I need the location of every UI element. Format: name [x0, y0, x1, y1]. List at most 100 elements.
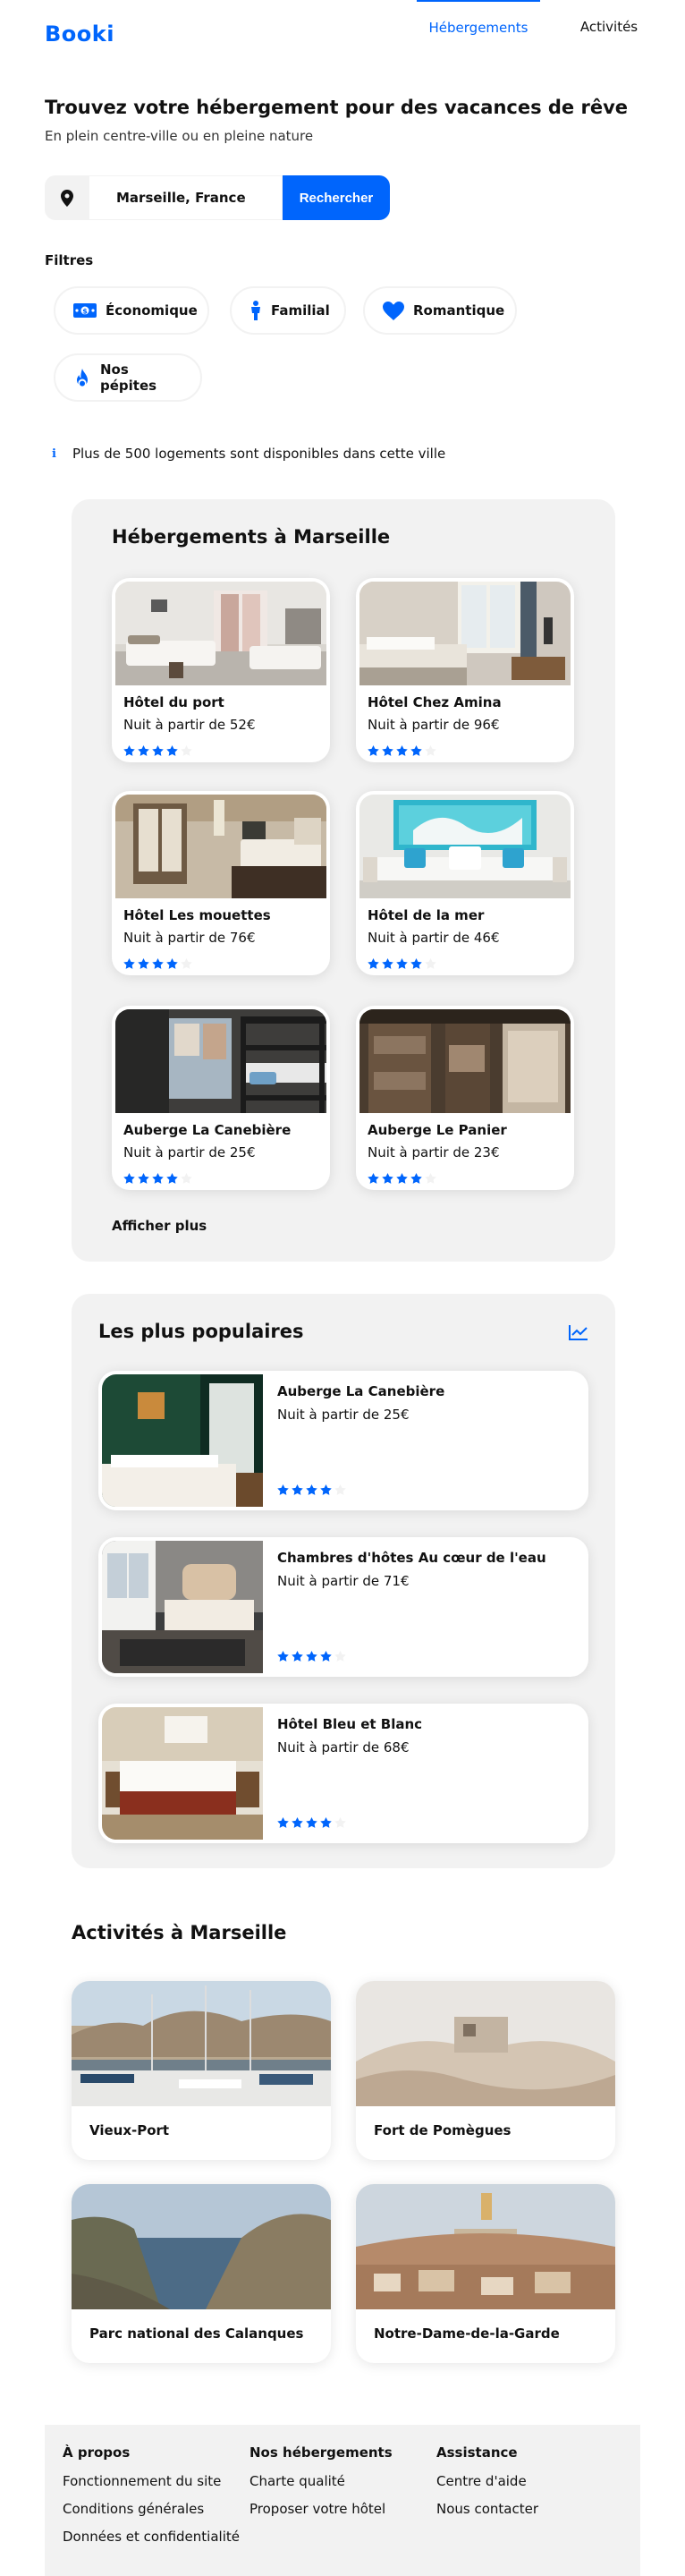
popular-card[interactable]: Hôtel Bleu et Blanc Nuit à partir de 68€ [98, 1704, 588, 1843]
rating-stars [277, 1482, 349, 1499]
footer-column-apropos: À propos Fonctionnement du site Conditio… [63, 2444, 240, 2556]
activity-name: Fort de Pomègues [374, 2122, 512, 2138]
lodging-photo [102, 1374, 263, 1507]
filter-romantique[interactable]: Romantique [363, 286, 517, 335]
footer-link[interactable]: Données et confidentialité [63, 2529, 240, 2545]
lodging-name: Hôtel Les mouettes [123, 907, 271, 923]
footer-column-hebergements: Nos hébergements Charte qualité Proposer… [249, 2444, 393, 2529]
star-filled-icon [123, 956, 135, 973]
star-empty-icon [425, 743, 436, 760]
footer-link[interactable]: Nous contacter [436, 2501, 538, 2517]
lodging-price: Nuit à partir de 23€ [368, 1144, 500, 1160]
footer-heading: Nos hébergements [249, 2444, 393, 2461]
search-input[interactable]: Marseille, France [89, 175, 283, 220]
star-filled-icon [277, 1815, 289, 1832]
star-empty-icon [181, 1170, 192, 1187]
filter-label: Économique [106, 302, 198, 319]
lodging-name: Auberge La Canebière [277, 1383, 445, 1399]
nav-activites[interactable]: Activités [560, 0, 658, 54]
footer-link[interactable]: Conditions générales [63, 2501, 240, 2517]
footer-link[interactable]: Charte qualité [249, 2473, 393, 2489]
heart-icon [383, 301, 404, 320]
activity-card[interactable]: Vieux-Port [72, 1981, 331, 2160]
activity-card[interactable]: Fort de Pomègues [356, 1981, 615, 2160]
activity-photo [356, 1981, 615, 2106]
lodging-price: Nuit à partir de 96€ [368, 717, 500, 733]
popular-card[interactable]: Auberge La Canebière Nuit à partir de 25… [98, 1371, 588, 1510]
lodging-card[interactable]: Auberge La Canebière Nuit à partir de 25… [112, 1006, 330, 1190]
star-filled-icon [166, 956, 178, 973]
filters-label: Filtres [45, 252, 94, 268]
footer-heading: Assistance [436, 2444, 518, 2461]
star-filled-icon [306, 1482, 317, 1499]
filter-economique[interactable]: $ Économique [54, 286, 209, 335]
star-filled-icon [368, 743, 379, 760]
star-filled-icon [410, 956, 422, 973]
rating-stars [368, 1170, 439, 1187]
star-filled-icon [306, 1648, 317, 1665]
star-filled-icon [138, 1170, 149, 1187]
lodging-price: Nuit à partir de 71€ [277, 1573, 410, 1589]
rating-stars [277, 1815, 349, 1832]
star-filled-icon [292, 1815, 303, 1832]
lodging-card[interactable]: Hôtel Les mouettes Nuit à partir de 76€ [112, 791, 330, 975]
filter-label: Romantique [413, 302, 505, 319]
search-button[interactable]: Rechercher [283, 175, 390, 220]
activity-photo [72, 1981, 331, 2106]
star-empty-icon [425, 1170, 436, 1187]
lodging-price: Nuit à partir de 76€ [123, 930, 256, 946]
star-empty-icon [181, 743, 192, 760]
activity-card[interactable]: Parc national des Calanques [72, 2184, 331, 2363]
popular-section: Les plus populaires Auberge La Canebière… [72, 1294, 615, 1868]
star-filled-icon [320, 1482, 332, 1499]
footer-column-assistance: Assistance Centre d'aide Nous contacter [436, 2444, 538, 2529]
star-filled-icon [152, 743, 164, 760]
lodging-name: Auberge Le Panier [368, 1122, 507, 1138]
location-pin-icon [45, 175, 89, 220]
star-filled-icon [277, 1648, 289, 1665]
lodging-name: Chambres d'hôtes Au cœur de l'eau [277, 1550, 546, 1566]
footer-link[interactable]: Centre d'aide [436, 2473, 538, 2489]
star-filled-icon [382, 743, 393, 760]
show-more-link[interactable]: Afficher plus [112, 1218, 207, 1234]
lodging-name: Hôtel du port [123, 694, 224, 710]
lodging-photo [102, 1707, 263, 1840]
footer-link[interactable]: Proposer votre hôtel [249, 2501, 393, 2517]
lodging-card[interactable]: Hôtel du port Nuit à partir de 52€ [112, 578, 330, 762]
header: Booki Hébergements Activités [0, 0, 685, 64]
star-filled-icon [166, 743, 178, 760]
logo[interactable]: Booki [45, 21, 114, 47]
footer: À propos Fonctionnement du site Conditio… [45, 2425, 640, 2576]
lodging-price: Nuit à partir de 25€ [277, 1407, 410, 1423]
lodging-card[interactable]: Hôtel de la mer Nuit à partir de 46€ [356, 791, 574, 975]
nav-hebergements[interactable]: Hébergements [417, 0, 540, 54]
star-empty-icon [425, 956, 436, 973]
rating-stars [123, 743, 195, 760]
filter-label: Familial [271, 302, 330, 319]
money-icon: $ [73, 302, 97, 319]
star-filled-icon [410, 743, 422, 760]
star-filled-icon [382, 1170, 393, 1187]
lodging-card[interactable]: Hôtel Chez Amina Nuit à partir de 96€ [356, 578, 574, 762]
child-icon [249, 301, 262, 320]
activity-name: Notre-Dame-de-la-Garde [374, 2325, 560, 2342]
star-empty-icon [334, 1648, 346, 1665]
star-filled-icon [152, 1170, 164, 1187]
lodging-photo [115, 795, 326, 898]
star-filled-icon [396, 956, 408, 973]
popular-card[interactable]: Chambres d'hôtes Au cœur de l'eau Nuit à… [98, 1537, 588, 1677]
lodging-photo [359, 1009, 571, 1113]
star-filled-icon [292, 1648, 303, 1665]
lodging-name: Auberge La Canebière [123, 1122, 292, 1138]
star-filled-icon [410, 1170, 422, 1187]
filter-familial[interactable]: Familial [230, 286, 346, 335]
activity-card[interactable]: Notre-Dame-de-la-Garde [356, 2184, 615, 2363]
footer-link[interactable]: Fonctionnement du site [63, 2473, 240, 2489]
rating-stars [368, 743, 439, 760]
star-filled-icon [152, 956, 164, 973]
star-filled-icon [368, 956, 379, 973]
filter-nos-pepites[interactable]: Nos pépites [54, 353, 202, 402]
activity-name: Vieux-Port [89, 2122, 170, 2138]
star-filled-icon [396, 743, 408, 760]
lodging-card[interactable]: Auberge Le Panier Nuit à partir de 23€ [356, 1006, 574, 1190]
